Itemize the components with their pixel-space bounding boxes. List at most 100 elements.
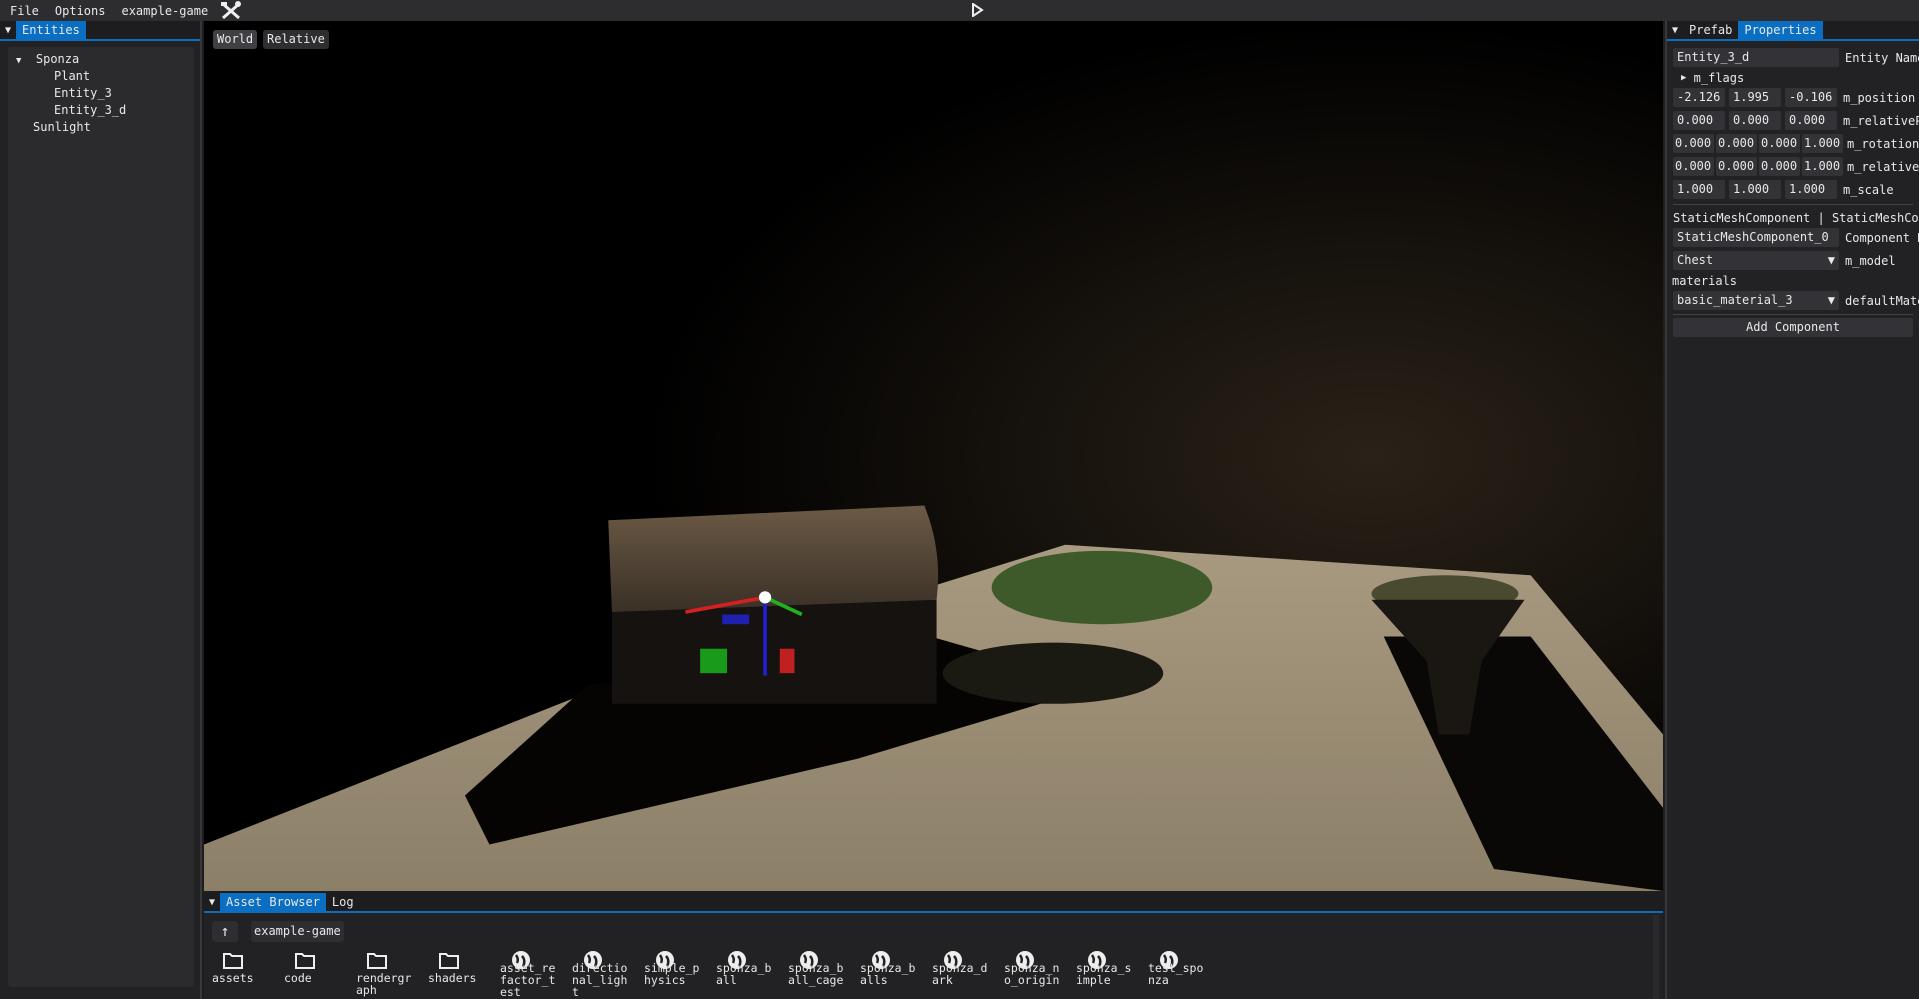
folder-icon (223, 953, 243, 969)
relative-rotation-w[interactable]: 1.000 (1802, 157, 1843, 176)
expand-arrow-icon: ▶ (1681, 72, 1687, 83)
entity-tree: ▼ Sponza Plant Entity_3 Entity_3_d Sunli… (8, 47, 194, 987)
rotation-label: m_rotation (1847, 136, 1919, 151)
path-breadcrumb[interactable]: example-game (251, 921, 344, 942)
tab-properties[interactable]: Properties (1738, 21, 1823, 39)
asset-name: test_sponza (1148, 961, 1204, 987)
scale-z[interactable]: 1.000 (1785, 180, 1837, 199)
relative-space-button[interactable]: Relative (263, 30, 329, 49)
asset-item[interactable]: sponza_simple (1076, 950, 1140, 986)
add-component-button[interactable]: Add Component (1673, 318, 1913, 337)
rotation-w[interactable]: 1.000 (1802, 134, 1843, 153)
collapse-icon[interactable]: ▼ (204, 897, 220, 908)
rotation-y[interactable]: 0.000 (1716, 134, 1757, 153)
asset-item[interactable]: rendergraph (356, 950, 420, 996)
asset-item[interactable]: sponza_ball (716, 950, 780, 986)
model-dropdown[interactable]: Chest ▼ (1673, 251, 1839, 270)
divider (1673, 314, 1913, 315)
asset-name: rendergraph (356, 971, 412, 997)
position-z[interactable]: -0.106 (1785, 88, 1837, 107)
position-label: m_position (1843, 90, 1916, 105)
asset-name: directional_light (572, 961, 628, 999)
asset-item[interactable]: simple_physics (644, 950, 708, 986)
collapse-icon[interactable]: ▼ (0, 25, 16, 36)
tree-item-sponza[interactable]: ▼ Sponza (8, 51, 194, 68)
relative-rotation-label: m_relativeRotation (1847, 159, 1919, 174)
asset-item[interactable]: sponza_balls (860, 950, 924, 986)
expand-arrow-icon[interactable]: ▼ (16, 56, 21, 66)
component-name-label: Component Name (1845, 230, 1919, 245)
tab-entities[interactable]: Entities (16, 21, 86, 39)
folder-icon (439, 953, 459, 969)
asset-item[interactable]: directional_light (572, 950, 636, 998)
menu-options[interactable]: Options (55, 4, 106, 18)
component-header: StaticMeshComponent | StaticMeshComponen… (1673, 210, 1919, 225)
folder-icon (367, 953, 387, 969)
relative-position-label: m_relativePosition (1843, 113, 1919, 128)
entity-name-input[interactable]: Entity_3_d (1673, 48, 1839, 67)
asset-name: sponza_balls (860, 961, 916, 987)
asset-item[interactable]: assets (212, 950, 276, 984)
asset-item[interactable]: asset_refactor_test (500, 950, 564, 998)
asset-item[interactable]: test_sponza (1148, 950, 1212, 986)
properties-panel: ▼ Prefab Properties Entity_3_d Entity Nam… (1665, 21, 1919, 999)
collapse-icon[interactable]: ▼ (1667, 25, 1683, 36)
relative-rotation-z[interactable]: 0.000 (1759, 157, 1800, 176)
scene-render (204, 21, 1663, 891)
asset-name: sponza_simple (1076, 961, 1132, 987)
scene-viewport[interactable]: World Relative (204, 21, 1663, 891)
tree-item-entity-3[interactable]: Entity_3 (8, 85, 194, 102)
asset-item[interactable]: code (284, 950, 348, 984)
relative-rotation-x[interactable]: 0.000 (1673, 157, 1714, 176)
asset-name: shaders (428, 971, 477, 985)
scale-label: m_scale (1843, 182, 1894, 197)
menu-bar: File Options example-game (0, 0, 1919, 21)
component-name-input[interactable]: StaticMeshComponent_0 (1673, 228, 1839, 247)
asset-browser-panel: ▼ Asset Browser Log ↑ example-game asset… (204, 893, 1663, 999)
asset-item[interactable]: sponza_no_origin (1004, 950, 1068, 986)
entities-panel: ▼ Entities ▼ Sponza Plant Entity_3 Entit… (0, 21, 202, 999)
tree-item-plant[interactable]: Plant (8, 68, 194, 85)
relative-position-y[interactable]: 0.000 (1729, 111, 1781, 130)
rotation-x[interactable]: 0.000 (1673, 134, 1714, 153)
asset-name: asset_refactor_test (500, 961, 556, 999)
arrow-up-icon: ↑ (220, 922, 230, 940)
tab-prefab[interactable]: Prefab (1683, 21, 1738, 39)
relative-rotation-y[interactable]: 0.000 (1716, 157, 1757, 176)
tab-log[interactable]: Log (326, 893, 360, 911)
material-dropdown[interactable]: basic_material_3 ▼ (1673, 291, 1839, 310)
menu-file[interactable]: File (10, 4, 39, 18)
model-label: m_model (1845, 253, 1896, 268)
dropdown-arrow-icon: ▼ (1827, 253, 1835, 267)
rotation-z[interactable]: 0.000 (1759, 134, 1800, 153)
asset-name: simple_physics (644, 961, 700, 987)
position-y[interactable]: 1.995 (1729, 88, 1781, 107)
tools-icon[interactable] (220, 0, 242, 21)
folder-icon (295, 953, 315, 969)
navigate-up-button[interactable]: ↑ (212, 921, 238, 942)
world-space-button[interactable]: World (213, 30, 258, 49)
asset-name: code (284, 971, 312, 985)
tree-item-sunlight[interactable]: Sunlight (8, 119, 194, 136)
relative-position-z[interactable]: 0.000 (1785, 111, 1837, 130)
flags-tree-node[interactable]: ▶ m_flags (1681, 68, 1744, 87)
dropdown-arrow-icon: ▼ (1827, 293, 1835, 307)
asset-item[interactable]: sponza_dark (932, 950, 996, 986)
asset-item[interactable]: shaders (428, 950, 492, 984)
asset-item[interactable]: sponza_ball_cage (788, 950, 852, 986)
materials-label: materials (1672, 273, 1738, 288)
tree-item-entity-3-d[interactable]: Entity_3_d (8, 102, 194, 119)
divider (1673, 204, 1913, 205)
scale-y[interactable]: 1.000 (1729, 180, 1781, 199)
position-x[interactable]: -2.126 (1673, 88, 1725, 107)
scale-x[interactable]: 1.000 (1673, 180, 1725, 199)
tab-asset-browser[interactable]: Asset Browser (220, 893, 326, 911)
asset-name: sponza_ball (716, 961, 772, 987)
relative-position-x[interactable]: 0.000 (1673, 111, 1725, 130)
chest-front (611, 599, 937, 704)
scrollbar[interactable] (1653, 915, 1659, 999)
entity-name-label: Entity Name (1845, 50, 1919, 65)
menu-example-game[interactable]: example-game (121, 4, 208, 18)
asset-name: sponza_no_origin (1004, 961, 1060, 987)
play-icon[interactable] (970, 3, 984, 17)
